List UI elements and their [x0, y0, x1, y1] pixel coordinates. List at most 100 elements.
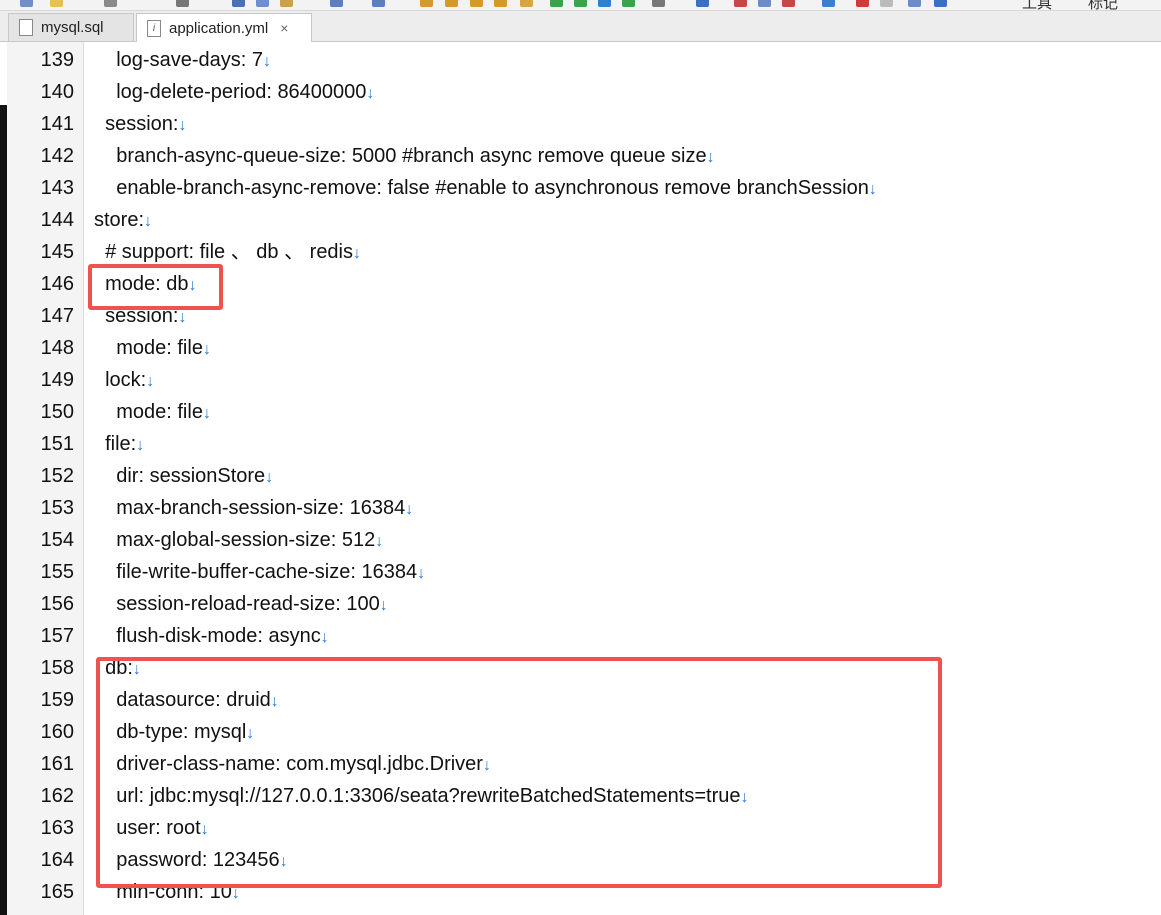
line-number: 165: [40, 881, 74, 903]
line-number: 146: [40, 273, 74, 295]
code-line[interactable]: lock:↓: [94, 364, 154, 396]
line-end-arrow-icon: ↓: [178, 309, 187, 326]
line-number: 160: [40, 721, 74, 743]
undo-icon[interactable]: [330, 0, 343, 7]
line-number: 154: [40, 529, 74, 551]
code-line[interactable]: file:↓: [94, 428, 144, 460]
code-line[interactable]: enable-branch-async-remove: false #enabl…: [94, 172, 877, 204]
line-end-arrow-icon: ↓: [136, 437, 145, 454]
code-line[interactable]: mode: file↓: [94, 396, 211, 428]
line-number: 152: [40, 465, 74, 487]
code-line[interactable]: dir: sessionStore↓: [94, 460, 273, 492]
code-text: dir: sessionStore: [94, 465, 266, 487]
code-text: mode: file: [94, 401, 203, 423]
format-icon[interactable]: [696, 0, 709, 7]
cut-icon[interactable]: [232, 0, 245, 7]
code-text: session:: [94, 113, 179, 135]
code-line[interactable]: log-save-days: 7↓: [94, 44, 271, 76]
code-text: max-global-session-size: 512: [94, 529, 376, 551]
find-prev-icon[interactable]: [470, 0, 483, 7]
code-line[interactable]: session-reload-read-size: 100↓: [94, 588, 388, 620]
line-end-arrow-icon: ↓: [405, 501, 414, 518]
line-end-arrow-icon: ↓: [178, 117, 187, 134]
line-end-arrow-icon: ↓: [202, 341, 211, 358]
line-number: 149: [40, 369, 74, 391]
play-icon[interactable]: [880, 0, 893, 7]
line-end-arrow-icon: ↓: [379, 597, 388, 614]
code-line[interactable]: max-global-session-size: 512↓: [94, 524, 383, 556]
code-line[interactable]: file-write-buffer-cache-size: 16384↓: [94, 556, 425, 588]
code-text: file:: [94, 433, 137, 455]
replace-icon[interactable]: [494, 0, 507, 7]
window-icon[interactable]: [908, 0, 921, 7]
code-line[interactable]: branch-async-queue-size: 5000 #branch as…: [94, 140, 715, 172]
indent-icon[interactable]: [652, 0, 665, 7]
line-number: 164: [40, 849, 74, 871]
window-edge: [0, 105, 7, 915]
print-icon[interactable]: [176, 0, 189, 7]
macro-icon[interactable]: [734, 0, 747, 7]
line-end-arrow-icon: ↓: [353, 245, 362, 262]
line-end-arrow-icon: ↓: [366, 85, 375, 102]
code-text: max-branch-session-size: 16384: [94, 497, 406, 519]
open-folder-icon[interactable]: [50, 0, 63, 7]
code-text: file-write-buffer-cache-size: 16384: [94, 561, 418, 583]
tab-application-yml[interactable]: i application.yml ×: [136, 13, 312, 42]
line-number: 147: [40, 305, 74, 327]
column-icon[interactable]: [758, 0, 771, 7]
code-text: log-delete-period: 86400000: [94, 81, 367, 103]
toolbar: 工具 标记: [0, 0, 1161, 11]
find-icon[interactable]: [420, 0, 433, 7]
tab-mysql-sql[interactable]: mysql.sql: [8, 13, 134, 41]
line-number: 150: [40, 401, 74, 423]
line-end-arrow-icon: ↓: [868, 181, 877, 198]
line-number: 153: [40, 497, 74, 519]
stop-icon[interactable]: [856, 0, 869, 7]
tab-label: application.yml: [169, 19, 269, 37]
close-tab-icon[interactable]: ×: [280, 20, 288, 36]
code-text: flush-disk-mode: async: [94, 625, 321, 647]
code-line[interactable]: session:↓: [94, 108, 186, 140]
bookmark-clear-icon[interactable]: [622, 0, 635, 7]
tools-icon[interactable]: [782, 0, 795, 7]
line-number: 142: [40, 145, 74, 167]
code-line[interactable]: flush-disk-mode: async↓: [94, 620, 329, 652]
line-number: 143: [40, 177, 74, 199]
line-number: 141: [40, 113, 74, 135]
new-file-icon[interactable]: [20, 0, 33, 7]
line-number: 163: [40, 817, 74, 839]
bookmark-next-icon[interactable]: [574, 0, 587, 7]
yml-file-icon: i: [147, 19, 161, 37]
code-line[interactable]: max-branch-session-size: 16384↓: [94, 492, 413, 524]
line-end-arrow-icon: ↓: [417, 565, 426, 582]
wrap-icon[interactable]: [822, 0, 835, 7]
toolbar-mark-label[interactable]: 标记: [1088, 0, 1118, 10]
line-number: 158: [40, 657, 74, 679]
highlight-box-db: [96, 657, 942, 888]
save-icon[interactable]: [104, 0, 117, 7]
find-next-icon[interactable]: [445, 0, 458, 7]
zoom-icon[interactable]: [934, 0, 947, 7]
bookmark-icon[interactable]: [550, 0, 563, 7]
search-files-icon[interactable]: [520, 0, 533, 7]
code-text: # support: file 、 db 、 redis: [94, 241, 354, 263]
paste-icon[interactable]: [280, 0, 293, 7]
line-number: 140: [40, 81, 74, 103]
code-line[interactable]: log-delete-period: 86400000↓: [94, 76, 374, 108]
line-number: 161: [40, 753, 74, 775]
line-number: 144: [40, 209, 74, 231]
code-line[interactable]: store:↓: [94, 204, 152, 236]
code-text: mode: file: [94, 337, 203, 359]
line-end-arrow-icon: ↓: [706, 149, 715, 166]
toolbar-tools-label[interactable]: 工具: [1022, 0, 1052, 10]
line-end-arrow-icon: ↓: [265, 469, 274, 486]
line-number: 139: [40, 49, 74, 71]
redo-icon[interactable]: [372, 0, 385, 7]
code-text: store:: [94, 209, 145, 231]
bookmark-prev-icon[interactable]: [598, 0, 611, 7]
copy-icon[interactable]: [256, 0, 269, 7]
line-end-arrow-icon: ↓: [146, 373, 155, 390]
code-line[interactable]: mode: file↓: [94, 332, 211, 364]
line-end-arrow-icon: ↓: [262, 53, 271, 70]
code-text: branch-async-queue-size: 5000 #branch as…: [94, 145, 707, 167]
